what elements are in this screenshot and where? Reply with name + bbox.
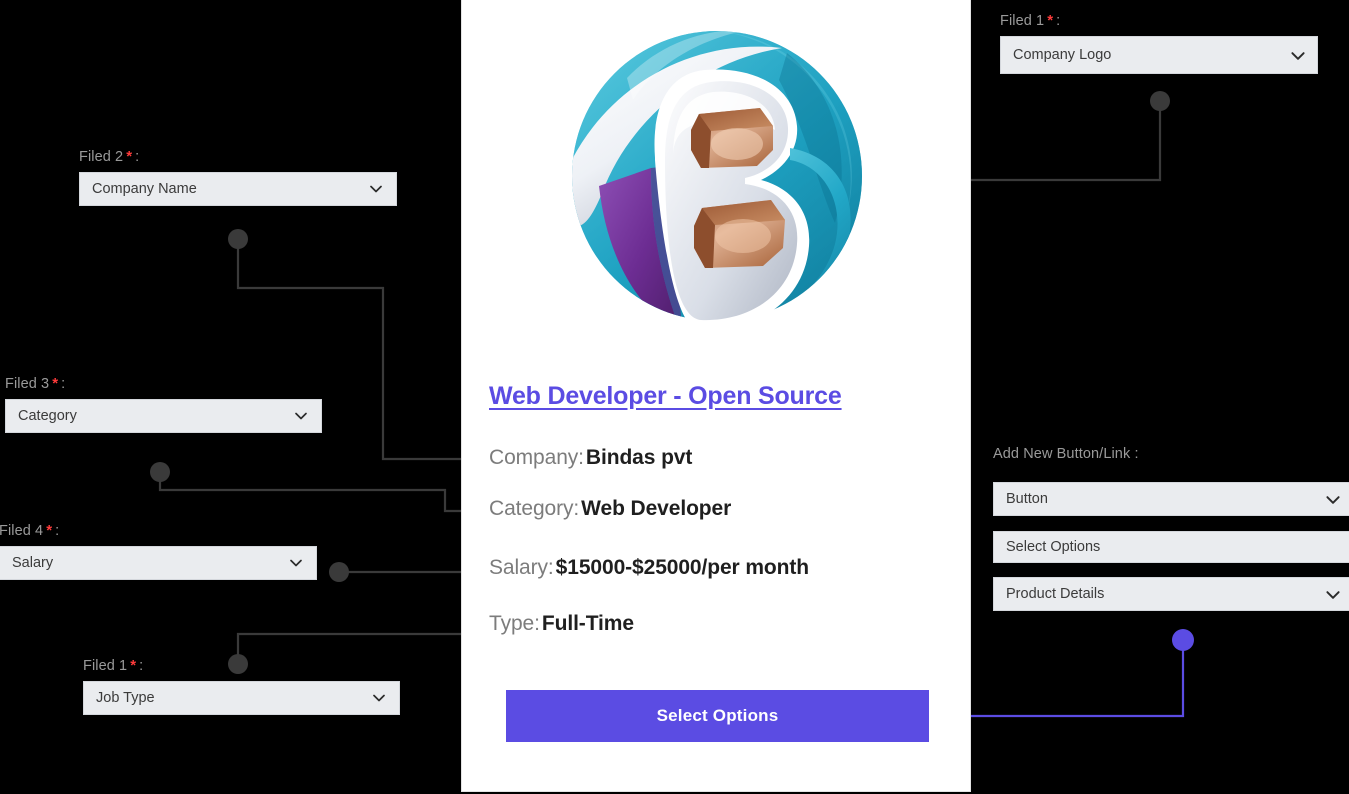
meta-value: Full-Time <box>541 612 634 635</box>
select-value: Company Name <box>92 181 197 197</box>
select-category[interactable]: Category <box>5 399 322 433</box>
select-value: Salary <box>12 555 54 571</box>
meta-key: Type: <box>489 612 540 635</box>
chevron-down-icon <box>293 408 309 424</box>
product-title-link[interactable]: Web Developer - Open Source <box>489 382 842 411</box>
required-asterisk: * <box>130 657 137 674</box>
field-label-filed-3: Filed 3 *: <box>5 375 322 392</box>
meta-type: Type:Full-Time <box>489 612 634 636</box>
field-group-product-details: Product Details <box>993 577 1349 611</box>
field-group-button: Button <box>993 482 1349 516</box>
label-colon: : <box>139 658 144 674</box>
meta-key: Salary: <box>489 556 554 579</box>
field-label-filed-4: Filed 4 *: <box>0 522 317 539</box>
select-value: Button <box>1006 491 1048 507</box>
required-asterisk: * <box>52 375 59 392</box>
field-label-text: Filed 1 <box>1000 13 1045 29</box>
field-label-add-new-button-link: Add New Button/Link : <box>993 446 1139 462</box>
chevron-down-icon <box>368 181 384 197</box>
field-label-text: Filed 4 <box>0 523 44 539</box>
select-value: Job Type <box>96 690 155 706</box>
chevron-down-icon <box>371 690 387 706</box>
product-card: Web Developer - Open Source Company:Bind… <box>461 0 971 792</box>
field-group-button-label: Select Options <box>993 531 1349 563</box>
select-button-type[interactable]: Button <box>993 482 1349 516</box>
meta-value: Web Developer <box>581 497 732 520</box>
connector-dot-salary <box>329 562 349 582</box>
label-colon: : <box>61 376 66 392</box>
field-label-text: Filed 3 <box>5 376 50 392</box>
chevron-down-icon <box>288 555 304 571</box>
meta-category: Category:Web Developer <box>489 497 731 521</box>
field-label-text: Filed 1 <box>83 658 128 674</box>
field-group-company-logo: Filed 1 *: Company Logo <box>1000 12 1318 74</box>
input-value: Select Options <box>1006 539 1101 555</box>
chevron-down-icon <box>1289 47 1305 63</box>
required-asterisk: * <box>1047 12 1054 29</box>
meta-value: Bindas pvt <box>585 446 693 469</box>
select-company-name[interactable]: Company Name <box>79 172 397 206</box>
meta-key: Company: <box>489 446 584 469</box>
meta-company: Company:Bindas pvt <box>489 446 692 470</box>
select-value: Product Details <box>1006 586 1105 602</box>
meta-key: Category: <box>489 497 580 520</box>
chevron-down-icon <box>1324 491 1340 507</box>
field-group-job-type: Filed 1 *: Job Type <box>83 657 400 715</box>
field-label-filed-1-right: Filed 1 *: <box>1000 12 1318 29</box>
label-colon: : <box>55 523 60 539</box>
label-colon: : <box>1056 13 1061 29</box>
required-asterisk: * <box>126 148 133 165</box>
meta-value: $15000-$25000/per month <box>555 556 810 579</box>
meta-salary: Salary:$15000-$25000/per month <box>489 556 809 580</box>
label-colon: : <box>135 149 140 165</box>
select-company-logo[interactable]: Company Logo <box>1000 36 1318 74</box>
select-salary[interactable]: Salary <box>0 546 317 580</box>
select-job-type[interactable]: Job Type <box>83 681 400 715</box>
field-label-filed-2: Filed 2 *: <box>79 148 397 165</box>
input-button-label[interactable]: Select Options <box>993 531 1349 563</box>
required-asterisk: * <box>46 522 53 539</box>
field-group-salary: Filed 4 *: Salary <box>0 522 317 580</box>
select-value: Category <box>18 408 77 424</box>
connector-dot-select-options <box>1172 629 1194 651</box>
connector-dot-category <box>150 462 170 482</box>
field-label-filed-1-left: Filed 1 *: <box>83 657 400 674</box>
field-group-company-name: Filed 2 *: Company Name <box>79 148 397 206</box>
company-logo <box>462 8 972 338</box>
connector-dot-company-logo <box>1150 91 1170 111</box>
chevron-down-icon <box>1324 586 1340 602</box>
bindas-b-logo-icon <box>572 29 862 331</box>
select-options-button[interactable]: Select Options <box>506 690 929 742</box>
select-value: Company Logo <box>1013 47 1112 63</box>
field-label-text: Filed 2 <box>79 149 124 165</box>
annotated-product-card-screenshot: Filed 2 *: Company Name Filed 3 *: Categor… <box>0 0 1349 794</box>
select-product-details[interactable]: Product Details <box>993 577 1349 611</box>
connector-dot-company-name <box>228 229 248 249</box>
field-group-category: Filed 3 *: Category <box>5 375 322 433</box>
